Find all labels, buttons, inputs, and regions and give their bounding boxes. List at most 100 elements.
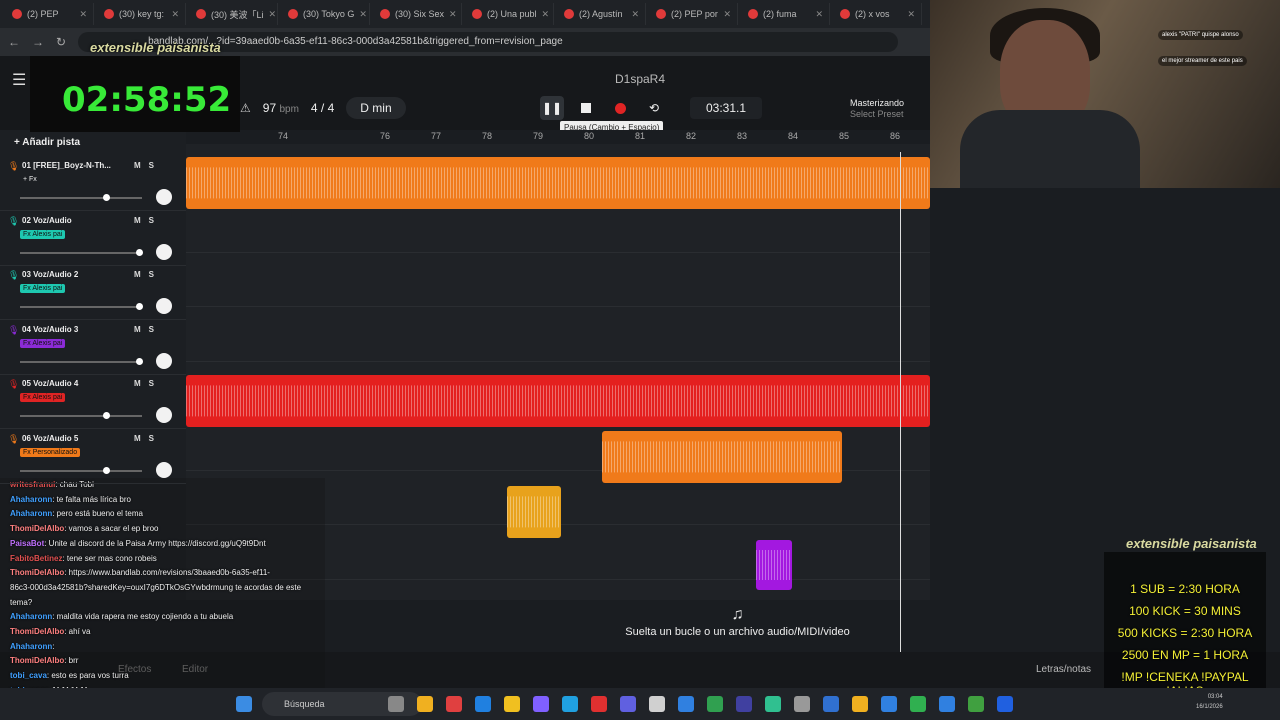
- time-signature[interactable]: 4 / 4: [311, 101, 334, 115]
- taskbar-app-icon[interactable]: [388, 696, 404, 712]
- close-icon[interactable]: ✕: [171, 9, 179, 20]
- taskbar-app-icon[interactable]: [968, 696, 984, 712]
- taskbar-app-icon[interactable]: [823, 696, 839, 712]
- menu-icon[interactable]: ☰: [12, 70, 26, 90]
- stop-button[interactable]: [574, 96, 598, 120]
- volume-slider[interactable]: [20, 412, 142, 419]
- mute-solo-buttons[interactable]: MS: [134, 161, 162, 170]
- browser-tab[interactable]: (30) key tg: ✕: [98, 3, 186, 25]
- lyrics-tab[interactable]: Letras/notas: [1036, 664, 1091, 675]
- track-header[interactable]: 🎙 02 Voz/Audio MS Fx Alexis pai: [0, 212, 186, 266]
- add-track-button[interactable]: + Añadir pista: [14, 137, 80, 148]
- taskbar-app-icon[interactable]: [852, 696, 868, 712]
- browser-tab[interactable]: (30) 美波「Li ✕: [190, 3, 278, 25]
- close-icon[interactable]: ✕: [79, 9, 87, 20]
- audio-clip[interactable]: [186, 157, 930, 209]
- pan-knob[interactable]: [156, 243, 172, 260]
- fx-badge[interactable]: Fx Alexis pai: [20, 338, 66, 348]
- audio-clip[interactable]: [756, 540, 792, 590]
- browser-tab[interactable]: (2) Agustín ✕: [558, 3, 646, 25]
- loop-button[interactable]: ⟲: [642, 96, 666, 120]
- taskbar-app-icon[interactable]: [881, 696, 897, 712]
- timeline-ruler[interactable]: 74 76 77 78 79 80 81 82 83 84 85 86: [186, 130, 930, 144]
- volume-knob[interactable]: [102, 412, 110, 419]
- taskbar-app-icon[interactable]: [939, 696, 955, 712]
- pan-knob[interactable]: [156, 298, 172, 314]
- windows-start-icon[interactable]: [236, 696, 252, 712]
- audio-clip[interactable]: [507, 486, 561, 538]
- back-icon[interactable]: ←: [8, 35, 20, 49]
- forward-icon[interactable]: →: [32, 35, 44, 49]
- playhead[interactable]: [900, 152, 901, 652]
- taskbar-app-icon[interactable]: [417, 696, 433, 712]
- volume-slider[interactable]: [20, 194, 142, 201]
- mute-solo-buttons[interactable]: MS: [134, 379, 162, 388]
- fx-badge[interactable]: Fx Alexis pai: [20, 393, 66, 402]
- browser-tab[interactable]: (2) Una publ ✕: [466, 3, 554, 25]
- taskbar-app-icon[interactable]: [475, 696, 491, 712]
- track-header[interactable]: 🎙 03 Voz/Audio 2 MS Fx Alexis pai: [0, 266, 186, 320]
- browser-tab[interactable]: (30) Six Sex ✕: [374, 3, 462, 25]
- close-icon[interactable]: ✕: [269, 9, 277, 20]
- taskbar-app-icon[interactable]: [910, 696, 926, 712]
- browser-tab[interactable]: (2) x vos ✕: [834, 3, 922, 25]
- browser-tab[interactable]: (30) Tokyo G ✕: [282, 3, 370, 25]
- browser-tab[interactable]: (2) PEP ✕: [6, 3, 94, 25]
- track-header[interactable]: 🎙 05 Voz/Audio 4 MS Fx Alexis pai: [0, 375, 186, 429]
- track-lane[interactable]: [186, 308, 930, 362]
- fx-badge[interactable]: Fx Alexis pai: [20, 284, 66, 293]
- track-header[interactable]: 🎙 01 [FREE]_Boyz-N-Th... MS + Fx: [0, 157, 186, 211]
- close-icon[interactable]: ✕: [907, 9, 915, 20]
- volume-knob[interactable]: [102, 466, 110, 474]
- taskbar-app-icon[interactable]: [649, 696, 665, 712]
- taskbar-app-icon[interactable]: [678, 696, 694, 712]
- pan-knob[interactable]: [156, 189, 172, 205]
- taskbar-app-icon[interactable]: [707, 696, 723, 712]
- audio-clip[interactable]: [186, 375, 930, 427]
- taskbar-app-icon[interactable]: [620, 696, 636, 712]
- pause-button[interactable]: ❚❚: [540, 96, 564, 120]
- close-icon[interactable]: ✕: [542, 9, 550, 20]
- volume-knob[interactable]: [135, 303, 143, 310]
- close-icon[interactable]: ✕: [815, 9, 823, 20]
- track-header[interactable]: 🎙 04 Voz/Audio 3 MS Fx Alexis pai: [0, 321, 186, 375]
- browser-tab[interactable]: (2) fuma ✕: [742, 3, 830, 25]
- fx-badge[interactable]: Fx Alexis pai: [20, 229, 66, 239]
- mute-solo-buttons[interactable]: MS: [134, 216, 162, 225]
- browser-tab[interactable]: (2) PEP por ✕: [650, 3, 738, 25]
- mastering-panel[interactable]: Masterizando Select Preset: [850, 98, 904, 120]
- track-header[interactable]: 🎙 06 Voz/Audio 5 MS Fx Personalizado: [0, 430, 186, 484]
- track-lane[interactable]: [186, 253, 930, 307]
- pan-knob[interactable]: [156, 407, 172, 423]
- taskbar-app-icon[interactable]: [533, 696, 549, 712]
- pan-knob[interactable]: [156, 352, 172, 369]
- volume-knob[interactable]: [135, 248, 143, 256]
- metronome-icon[interactable]: ⚠: [240, 101, 251, 115]
- taskbar-app-icon[interactable]: [591, 696, 607, 712]
- audio-clip[interactable]: [602, 431, 842, 483]
- taskbar-app-icon[interactable]: [504, 696, 520, 712]
- reload-icon[interactable]: ↻: [56, 35, 66, 49]
- fx-badge[interactable]: + Fx: [20, 175, 40, 184]
- pan-knob[interactable]: [156, 461, 172, 478]
- taskbar-app-icon[interactable]: [562, 696, 578, 712]
- volume-knob[interactable]: [135, 357, 143, 365]
- mute-solo-buttons[interactable]: MS: [134, 325, 162, 334]
- taskbar-app-icon[interactable]: [997, 696, 1013, 712]
- close-icon[interactable]: ✕: [449, 9, 457, 20]
- volume-slider[interactable]: [20, 248, 143, 256]
- fx-badge[interactable]: Fx Personalizado: [20, 447, 81, 457]
- close-icon[interactable]: ✕: [723, 9, 731, 20]
- volume-knob[interactable]: [102, 194, 110, 201]
- record-button[interactable]: [608, 96, 632, 120]
- close-icon[interactable]: ✕: [631, 9, 639, 20]
- taskbar-app-icon[interactable]: [765, 696, 781, 712]
- mute-solo-buttons[interactable]: MS: [134, 434, 162, 443]
- key-selector[interactable]: D min: [346, 97, 406, 119]
- taskbar-app-icon[interactable]: [736, 696, 752, 712]
- mute-solo-buttons[interactable]: MS: [134, 270, 162, 279]
- volume-slider[interactable]: [20, 466, 142, 474]
- volume-slider[interactable]: [20, 303, 143, 310]
- drop-zone[interactable]: ♫ Suelta un bucle o un archivo audio/MID…: [600, 606, 875, 638]
- tempo-field[interactable]: 97 bpm: [263, 101, 299, 115]
